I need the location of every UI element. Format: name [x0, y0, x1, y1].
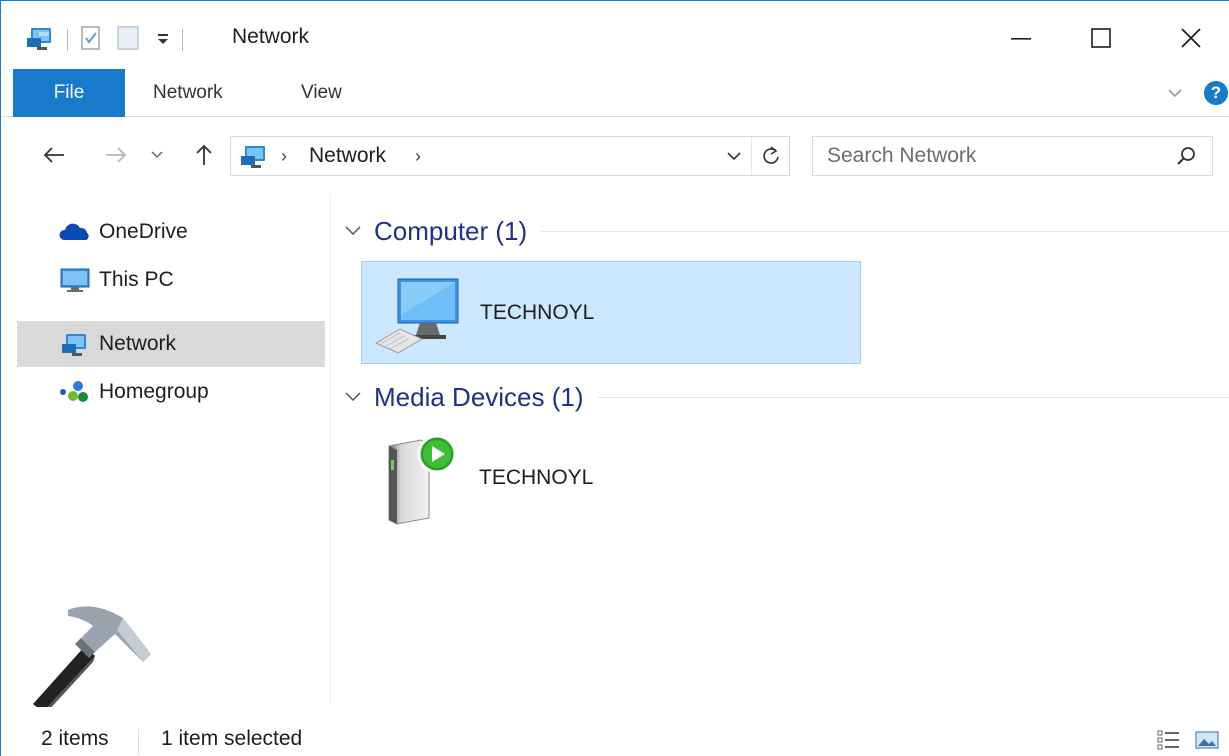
- forward-button[interactable]: [99, 138, 133, 172]
- nav-item-label: Homegroup: [99, 380, 209, 403]
- search-box[interactable]: [812, 136, 1213, 176]
- network-app-icon: [25, 24, 55, 56]
- refresh-icon: [762, 146, 779, 164]
- status-item-count: 2 items: [41, 727, 109, 750]
- nav-item-label: Network: [99, 332, 177, 355]
- address-bar[interactable]: › Network ›: [230, 136, 790, 176]
- nav-item-this-pc[interactable]: This PC: [17, 257, 325, 303]
- onedrive-icon: [57, 218, 93, 246]
- breadcrumb-network[interactable]: Network: [309, 137, 386, 175]
- customize-qat-icon[interactable]: [156, 31, 170, 50]
- tab-file[interactable]: File: [13, 69, 125, 117]
- chevron-down-icon[interactable]: [342, 386, 364, 408]
- back-button[interactable]: [37, 138, 71, 172]
- hammer-logo-icon: [33, 606, 151, 712]
- chevron-right-icon[interactable]: ›: [281, 137, 287, 175]
- minimize-icon: [1011, 38, 1031, 40]
- group-divider: [597, 396, 1229, 398]
- ribbon-tabs: File Network View ?: [1, 69, 1229, 117]
- item-media-device-technoyl[interactable]: TECHNOYL: [361, 426, 861, 529]
- large-icons-view-button[interactable]: [1193, 727, 1223, 753]
- item-label: TECHNOYL: [479, 465, 594, 489]
- window-title: Network: [232, 25, 310, 48]
- maximize-button[interactable]: [1071, 15, 1131, 61]
- forward-arrow-icon: [106, 147, 127, 163]
- navigation-bar: › Network ›: [1, 118, 1229, 194]
- address-history-button[interactable]: [719, 137, 749, 175]
- expand-ribbon-button[interactable]: [1163, 81, 1187, 105]
- explorer-window: Network File Network View ? › Network › …: [0, 0, 1229, 756]
- title-bar: Network: [1, 1, 1229, 69]
- up-button[interactable]: [187, 138, 221, 172]
- group-header-label: Media Devices (1): [374, 381, 584, 412]
- group-header-label: Computer (1): [374, 215, 528, 246]
- chevron-down-icon: [151, 151, 163, 159]
- content-pane: Computer (1) TECHNOYL Media Devices (1) …: [332, 194, 1229, 707]
- media-device-icon: [369, 430, 465, 526]
- details-view-icon: [1157, 730, 1179, 750]
- address-network-icon: [237, 137, 271, 175]
- properties-icon[interactable]: [80, 24, 102, 56]
- refresh-button[interactable]: [751, 137, 789, 175]
- group-header-media-devices[interactable]: Media Devices (1): [342, 379, 1229, 415]
- chevron-down-icon: [1168, 89, 1182, 98]
- status-bar: 2 items 1 item selected: [1, 707, 1229, 756]
- search-icon[interactable]: [1173, 143, 1201, 171]
- new-folder-icon[interactable]: [116, 24, 142, 56]
- group-header-computer[interactable]: Computer (1): [342, 213, 1229, 249]
- back-arrow-icon: [43, 147, 64, 163]
- item-label: TECHNOYL: [480, 300, 595, 324]
- chevron-down-icon: [727, 151, 741, 160]
- homegroup-icon: [57, 378, 93, 406]
- nav-item-label: OneDrive: [99, 220, 188, 243]
- nav-item-homegroup[interactable]: Homegroup: [17, 369, 325, 415]
- status-selection: 1 item selected: [161, 727, 303, 750]
- this-pc-icon: [57, 266, 93, 294]
- chevron-down-icon[interactable]: [342, 220, 364, 242]
- qat-separator: [182, 29, 183, 51]
- network-icon: [57, 330, 93, 358]
- large-icons-view-icon: [1195, 731, 1219, 749]
- status-separator: [138, 729, 139, 755]
- chevron-right-icon[interactable]: ›: [415, 137, 421, 175]
- tab-view[interactable]: View: [301, 69, 342, 117]
- maximize-icon: [1091, 28, 1111, 48]
- minimize-button[interactable]: [991, 15, 1051, 61]
- up-arrow-icon: [196, 144, 212, 165]
- computer-icon: [370, 265, 466, 361]
- search-input[interactable]: [827, 141, 1157, 171]
- help-icon[interactable]: ?: [1204, 81, 1228, 105]
- item-computer-technoyl[interactable]: TECHNOYL: [361, 261, 861, 364]
- nav-item-network[interactable]: Network: [17, 321, 325, 367]
- group-divider: [541, 230, 1229, 232]
- recent-locations-button[interactable]: [147, 138, 167, 172]
- qat-separator: [67, 29, 68, 51]
- nav-item-label: This PC: [99, 268, 174, 291]
- tab-network[interactable]: Network: [153, 69, 223, 117]
- close-icon: [1181, 28, 1201, 48]
- close-button[interactable]: [1161, 15, 1221, 61]
- quick-access-toolbar: [25, 23, 195, 57]
- nav-item-onedrive[interactable]: OneDrive: [17, 209, 325, 255]
- details-view-button[interactable]: [1154, 727, 1184, 753]
